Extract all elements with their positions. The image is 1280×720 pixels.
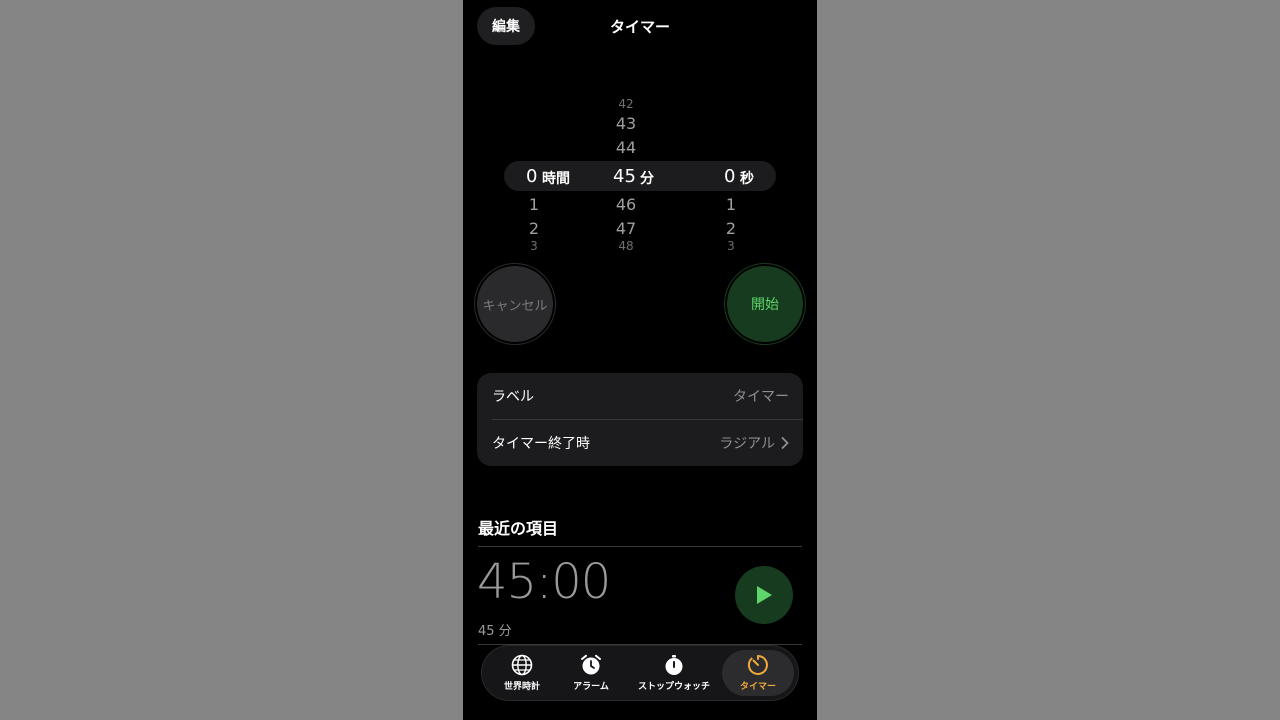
picker-minute-option[interactable]: 43 (606, 114, 646, 133)
timer-screen: 編集 タイマー 42 43 44 0 時間 45 分 0 秒 1 2 3 46 … (463, 0, 817, 720)
picker-second-option[interactable]: 3 (711, 239, 751, 250)
label-row-value[interactable]: タイマー (733, 386, 789, 406)
tab-alarm[interactable]: アラーム (564, 646, 618, 700)
picker-second-option[interactable]: 1 (711, 195, 751, 214)
timer-icon (747, 655, 768, 675)
picker-minute-option[interactable]: 42 (606, 97, 646, 111)
picker-second-option[interactable]: 2 (711, 219, 751, 238)
when-timer-ends-title: タイマー終了時 (492, 436, 590, 452)
picker-hour-option[interactable]: 1 (514, 195, 554, 214)
picker-seconds-unit: 秒 (740, 171, 754, 187)
picker-minute-option[interactable]: 48 (606, 239, 646, 250)
picker-minute-option[interactable]: 47 (606, 219, 646, 238)
tab-label: 世界時計 (503, 682, 540, 692)
cancel-button[interactable]: キャンセル (477, 266, 553, 342)
picker-hour-option[interactable]: 2 (514, 219, 554, 238)
picker-minute-option[interactable]: 44 (606, 138, 646, 157)
timer-settings-group: ラベル タイマー タイマー終了時 ラジアル (477, 373, 803, 466)
label-row-title: ラベル (492, 389, 534, 405)
tab-stopwatch[interactable]: ストップウォッチ (634, 646, 714, 700)
divider (478, 644, 802, 645)
divider (478, 546, 802, 547)
picker-hour-option[interactable]: 3 (514, 239, 554, 250)
picker-minute-option[interactable]: 46 (606, 195, 646, 214)
picker-seconds-selected[interactable]: 0 (724, 166, 735, 187)
chevron-right-icon (781, 437, 789, 449)
play-icon (757, 586, 772, 604)
tab-bar: 世界時計 アラーム ストップウォッチ タイマー (482, 646, 798, 700)
when-timer-ends-value: ラジアル (719, 436, 775, 452)
recent-timer-duration: 45:00 (477, 554, 611, 610)
tab-timer[interactable]: タイマー (722, 650, 794, 696)
picker-minutes-selected[interactable]: 45 (613, 166, 636, 187)
picker-hours-selected[interactable]: 0 (526, 166, 537, 187)
tab-label: ストップウォッチ (637, 682, 710, 692)
recents-section-title: 最近の項目 (478, 519, 559, 538)
tab-label: アラーム (573, 682, 609, 692)
recent-timer-label: 45 分 (478, 624, 512, 639)
label-row[interactable]: ラベル タイマー (477, 373, 803, 419)
globe-icon (511, 654, 533, 676)
page-title: タイマー (609, 18, 670, 36)
when-timer-ends-value-wrap: ラジアル (719, 433, 789, 453)
when-timer-ends-row[interactable]: タイマー終了時 ラジアル (477, 420, 803, 466)
picker-minutes-unit: 分 (640, 171, 654, 187)
recent-timer-play-button[interactable] (735, 566, 793, 624)
tab-label: タイマー (739, 682, 776, 692)
start-button[interactable]: 開始 (727, 266, 803, 342)
stopwatch-icon (665, 655, 683, 675)
tab-world-clock[interactable]: 世界時計 (496, 646, 548, 700)
picker-hours-unit: 時間 (542, 171, 570, 187)
alarm-clock-icon (581, 654, 601, 675)
